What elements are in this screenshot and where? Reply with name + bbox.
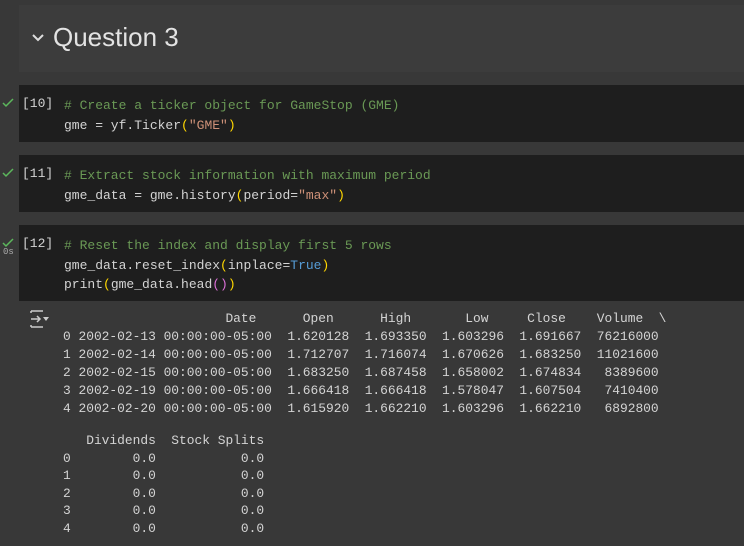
code-cell[interactable]: [11] # Extract stock information with ma… (19, 155, 744, 212)
execution-time: 0s (3, 247, 14, 257)
code-comment: # Create a ticker object for GameStop (G… (64, 98, 400, 113)
code-cell[interactable]: [12] # Reset the index and display first… (19, 225, 744, 301)
chevron-down-icon[interactable] (27, 27, 49, 49)
code-token: ) (227, 117, 236, 133)
section-header: Question 3 (19, 5, 744, 72)
output-table-extra: Dividends Stock Splits 0 0.0 0.0 1 0.0 0.0… (63, 432, 264, 537)
code-token: print (64, 277, 104, 293)
code-comment: # Reset the index and display first 5 ro… (64, 238, 392, 253)
output-header-row: Dividends Stock Splits (63, 433, 265, 448)
code-string: "GME" (188, 117, 228, 133)
code-line: # Reset the index and display first 5 ro… (64, 236, 392, 256)
code-editor[interactable]: # Reset the index and display first 5 ro… (64, 236, 392, 295)
code-token: ( (220, 257, 228, 273)
code-comment: # Extract stock information with maximum… (64, 168, 431, 183)
output-row: 0 0.0 0.0 (63, 450, 265, 466)
code-token: inplace= (227, 257, 291, 273)
code-token: () (212, 277, 228, 293)
cell-number: [11] (22, 166, 54, 181)
output-row: 3 0.0 0.0 (63, 503, 265, 518)
cell-number: [10] (22, 96, 54, 111)
section-title: Question 3 (53, 22, 179, 52)
code-token: gme = yf.Ticker (64, 117, 182, 133)
check-icon (2, 235, 14, 248)
code-token: True (290, 257, 322, 273)
check-icon (2, 165, 14, 178)
code-token: period= (243, 187, 299, 203)
code-token: ( (181, 117, 189, 133)
code-line: gme_data = gme.history(period="max") (64, 186, 431, 206)
code-token: ) (227, 277, 236, 293)
check-icon (2, 95, 14, 108)
output-row: 2 0.0 0.0 (63, 485, 265, 501)
code-line: gme_data.reset_index(inplace=True) (64, 256, 392, 276)
code-token: ) (321, 257, 330, 273)
code-token: gme_data = gme.history (64, 187, 236, 203)
code-string: "max" (298, 187, 338, 203)
output-row: 1 0.0 0.0 (63, 468, 265, 483)
code-token: ) (337, 187, 345, 203)
output-row: 1 2002-02-14 00:00:00-05:00 1.712707 1.7… (63, 347, 659, 362)
output-toggle-icon[interactable] (28, 309, 50, 329)
code-line: print(gme_data.head()) (64, 275, 392, 295)
cell-number: [12] (22, 236, 54, 251)
code-cell[interactable]: [10] # Create a ticker object for GameSt… (19, 85, 744, 142)
output-table-main: Date Open High Low Close Volume \ 0 2002-… (63, 310, 666, 418)
code-line: # Create a ticker object for GameStop (G… (64, 96, 399, 116)
code-token: gme_data.reset_index (64, 257, 221, 273)
code-editor[interactable]: # Extract stock information with maximum… (64, 166, 431, 205)
output-row: 4 2002-02-20 00:00:00-05:00 1.615920 1.6… (63, 401, 659, 416)
output-row: 4 0.0 0.0 (63, 520, 265, 536)
code-editor[interactable]: # Create a ticker object for GameStop (G… (64, 96, 399, 135)
code-line: # Extract stock information with maximum… (64, 166, 431, 186)
output-header-row: Date Open High Low Close Volume \ (63, 311, 667, 326)
code-line: gme = yf.Ticker("GME") (64, 116, 399, 136)
output-row: 2 2002-02-15 00:00:00-05:00 1.683250 1.6… (63, 365, 659, 380)
code-token: gme_data.head (110, 277, 213, 293)
code-token: ( (103, 277, 111, 293)
output-row: 3 2002-02-19 00:00:00-05:00 1.666418 1.6… (63, 383, 659, 398)
output-row: 0 2002-02-13 00:00:00-05:00 1.620128 1.6… (63, 329, 659, 344)
